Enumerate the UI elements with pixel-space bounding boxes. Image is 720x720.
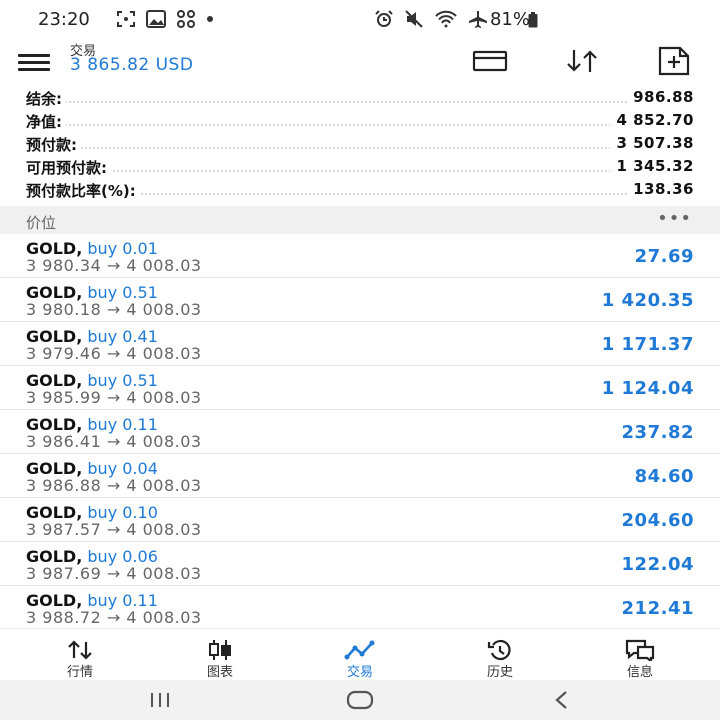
status-time: 23:20 xyxy=(38,9,90,30)
app-header: 交易 3 865.82 USD xyxy=(0,40,720,86)
nav-label: 历史 xyxy=(486,665,513,680)
position-prices: 3 980.18 → 4 008.03 xyxy=(26,300,202,319)
position-prices: 3 979.46 → 4 008.03 xyxy=(26,344,202,363)
position-row[interactable]: GOLD, buy 0.11 3 986.41 → 4 008.03 237.8… xyxy=(0,410,720,454)
summary-row-margin: 预付款: 3 507.38 xyxy=(26,134,694,156)
summary-row-equity: 净值: 4 852.70 xyxy=(26,111,694,133)
summary-label: 净值: xyxy=(26,111,66,132)
position-profit: 237.82 xyxy=(621,422,694,443)
messages-icon xyxy=(625,639,655,661)
position-row[interactable]: GOLD, buy 0.04 3 986.88 → 4 008.03 84.60 xyxy=(0,454,720,498)
nav-label: 行情 xyxy=(66,665,93,680)
bottom-navigation: 行情 图表 交易 历史 信息 xyxy=(0,628,720,681)
summary-value: 4 852.70 xyxy=(610,111,694,129)
history-icon xyxy=(487,639,511,661)
position-prices: 3 986.41 → 4 008.03 xyxy=(26,432,202,451)
dot-icon xyxy=(207,16,213,22)
nav-label: 交易 xyxy=(346,665,373,680)
quotes-icon xyxy=(68,640,92,660)
trade-icon xyxy=(344,640,375,660)
new-order-icon[interactable] xyxy=(656,46,692,76)
system-navigation-bar xyxy=(0,680,720,720)
summary-label: 结余: xyxy=(26,88,66,109)
position-row[interactable]: GOLD, buy 0.11 3 988.72 → 4 008.03 212.4… xyxy=(0,586,720,630)
position-row[interactable]: GOLD, buy 0.41 3 979.46 → 4 008.03 1 171… xyxy=(0,322,720,366)
home-icon[interactable] xyxy=(340,688,380,712)
position-row[interactable]: GOLD, buy 0.51 3 980.18 → 4 008.03 1 420… xyxy=(0,278,720,322)
summary-row-margin-level: 预付款比率(%): 138.36 xyxy=(26,180,694,202)
battery-icon xyxy=(528,12,538,28)
position-profit: 1 420.35 xyxy=(601,290,694,311)
alarm-icon xyxy=(375,10,393,27)
summary-label: 可用预付款: xyxy=(26,157,111,178)
more-options-button[interactable]: ••• xyxy=(657,208,692,229)
position-row[interactable]: GOLD, buy 0.51 3 985.99 → 4 008.03 1 124… xyxy=(0,366,720,410)
nav-tab-history[interactable]: 历史 xyxy=(428,629,572,681)
nav-tab-trade[interactable]: 交易 xyxy=(288,629,432,681)
recent-apps-icon[interactable] xyxy=(140,688,180,712)
nav-tab-quotes[interactable]: 行情 xyxy=(8,629,152,681)
sort-icon[interactable] xyxy=(564,46,600,76)
menu-button[interactable] xyxy=(18,50,52,74)
nav-tab-chart[interactable]: 图表 xyxy=(148,629,292,681)
status-bar: 23:20 81% xyxy=(0,0,720,40)
summary-label: 预付款: xyxy=(26,134,81,155)
apps-icon xyxy=(177,10,195,28)
position-profit: 84.60 xyxy=(634,466,694,487)
summary-value: 3 507.38 xyxy=(610,134,694,152)
position-row[interactable]: GOLD, buy 0.10 3 987.57 → 4 008.03 204.6… xyxy=(0,498,720,542)
position-profit: 212.41 xyxy=(621,598,694,619)
airplane-icon xyxy=(469,11,487,28)
position-prices: 3 986.88 → 4 008.03 xyxy=(26,476,202,495)
account-balance: 3 865.82 USD xyxy=(70,55,194,75)
positions-section-header: 价位 ••• xyxy=(0,206,720,234)
mute-icon xyxy=(405,10,423,28)
position-prices: 3 987.69 → 4 008.03 xyxy=(26,564,202,583)
position-row[interactable]: GOLD, buy 0.06 3 987.69 → 4 008.03 122.0… xyxy=(0,542,720,586)
back-icon[interactable] xyxy=(542,688,582,712)
chart-icon xyxy=(209,640,231,660)
nav-tab-messages[interactable]: 信息 xyxy=(568,629,712,681)
battery-percent: 81% xyxy=(489,9,530,30)
position-profit: 27.69 xyxy=(634,246,694,267)
gallery-icon xyxy=(146,10,166,28)
section-title: 价位 xyxy=(26,214,57,232)
position-profit: 204.60 xyxy=(621,510,694,531)
position-prices: 3 988.72 → 4 008.03 xyxy=(26,608,202,627)
position-prices: 3 985.99 → 4 008.03 xyxy=(26,388,202,407)
position-prices: 3 980.34 → 4 008.03 xyxy=(26,256,202,275)
card-icon[interactable] xyxy=(472,46,508,76)
summary-value: 986.88 xyxy=(627,88,694,106)
nav-label: 图表 xyxy=(206,665,233,680)
position-profit: 1 124.04 xyxy=(601,378,694,399)
position-row[interactable]: GOLD, buy 0.01 3 980.34 → 4 008.03 27.69 xyxy=(0,234,720,278)
summary-row-balance: 结余: 986.88 xyxy=(26,88,694,110)
nav-label: 信息 xyxy=(626,665,653,680)
screenshot-icon xyxy=(117,11,135,27)
summary-value: 138.36 xyxy=(627,180,694,198)
position-profit: 1 171.37 xyxy=(601,334,694,355)
summary-value: 1 345.32 xyxy=(610,157,694,175)
position-prices: 3 987.57 → 4 008.03 xyxy=(26,520,202,539)
summary-row-free-margin: 可用预付款: 1 345.32 xyxy=(26,157,694,179)
wifi-icon xyxy=(435,10,457,28)
position-profit: 122.04 xyxy=(621,554,694,575)
summary-label: 预付款比率(%): xyxy=(26,180,140,201)
